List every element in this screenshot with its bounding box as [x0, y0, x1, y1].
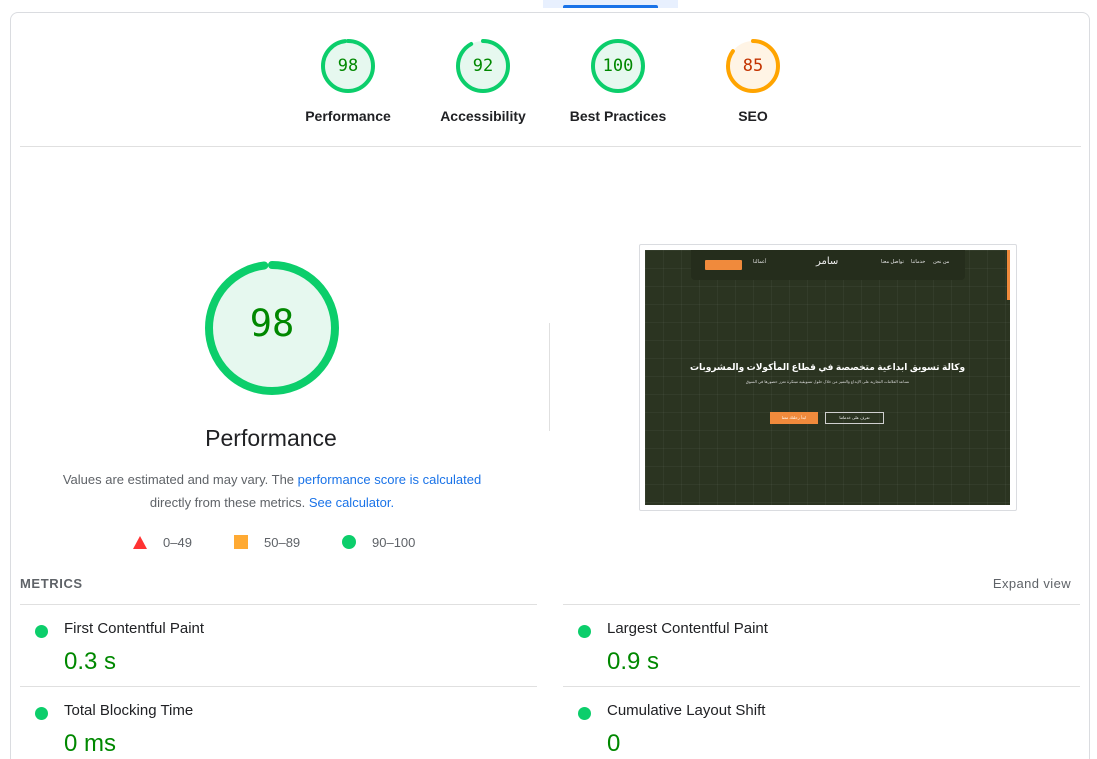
pass-circle-icon	[35, 625, 48, 638]
metric-label: First Contentful Paint	[64, 620, 205, 637]
gauge-ring: 100	[590, 38, 646, 94]
report-tab-indicator	[563, 5, 658, 8]
legend-pass: 90–100	[342, 533, 415, 551]
triangle-icon	[133, 535, 147, 549]
performance-score: 98	[249, 302, 295, 345]
legend-range: 0–49	[163, 534, 192, 550]
screenshot-nav-link: خدماتنا	[911, 259, 926, 265]
final-screenshot[interactable]: أعمالنا سامر تواصل معنا خدماتنا من نحن و…	[639, 244, 1017, 511]
circle-icon	[342, 535, 356, 549]
description-text: Values are estimated and may vary. The	[62, 472, 298, 487]
gauge-ring: 85	[725, 38, 781, 94]
gauge-score: 85	[742, 56, 764, 76]
legend-fail: 0–49	[133, 533, 192, 551]
gauge-best-practices[interactable]: 100 Best Practices	[553, 38, 683, 124]
gauge-accessibility[interactable]: 92 Accessibility	[418, 38, 548, 124]
gauge-label: Best Practices	[569, 108, 667, 124]
metric-label: Largest Contentful Paint	[607, 620, 768, 637]
legend-average: 50–89	[234, 533, 300, 551]
metric-value: 0	[607, 730, 621, 757]
screenshot-cta-primary: ابدأ رحلتك معنا	[770, 412, 818, 424]
screenshot-cta-secondary: تعرف على خدماتنا	[825, 412, 884, 424]
metric-value: 0.3 s	[64, 648, 117, 675]
pass-circle-icon	[35, 707, 48, 720]
legend-range: 50–89	[264, 534, 301, 550]
metric-label: Cumulative Layout Shift	[607, 702, 766, 719]
metric-label: Total Blocking Time	[64, 702, 194, 719]
pass-circle-icon	[578, 707, 591, 720]
report-card: 98 Performance 92 Accessibility 100 Best…	[10, 12, 1090, 759]
description-text: directly from these metrics.	[149, 495, 309, 510]
performance-gauge: 98	[203, 259, 341, 397]
metrics-divider	[20, 686, 537, 687]
gauge-score: 98	[337, 56, 359, 76]
category-gauges: 98 Performance 92 Accessibility 100 Best…	[11, 13, 1089, 146]
metrics-divider	[20, 604, 537, 605]
gauges-divider	[20, 146, 1081, 147]
performance-title: Performance	[205, 425, 337, 451]
metrics-divider	[563, 686, 1080, 687]
screenshot-body: نساعد العلامات التجارية على الإبداع والت…	[745, 379, 910, 384]
screenshot-navbar: أعمالنا سامر تواصل معنا خدماتنا من نحن	[691, 250, 965, 280]
gauge-label: SEO	[738, 108, 768, 124]
gauge-score: 100	[602, 56, 634, 76]
gauge-label: Performance	[305, 108, 391, 124]
screenshot-nav-link: تواصل معنا	[881, 259, 904, 265]
gauge-ring: 98	[320, 38, 376, 94]
performance-description: Values are estimated and may vary. The p…	[41, 468, 503, 514]
metrics-divider	[563, 604, 1080, 605]
metric-value: 0 ms	[64, 730, 117, 757]
gauge-ring: 92	[455, 38, 511, 94]
screenshot-logo: سامر	[816, 256, 839, 267]
gauge-label: Accessibility	[440, 108, 526, 124]
metrics-heading: METRICS	[20, 576, 83, 591]
screenshot-image: أعمالنا سامر تواصل معنا خدماتنا من نحن و…	[645, 250, 1010, 505]
gauge-score: 92	[472, 56, 494, 76]
metric-value: 0.9 s	[607, 648, 660, 675]
screenshot-headline: وكالة تسويق ابداعية متخصصة في قطاع المأك…	[689, 362, 966, 372]
square-icon	[234, 535, 248, 549]
gauge-seo[interactable]: 85 SEO	[688, 38, 818, 124]
screenshot-nav-link: أعمالنا	[753, 259, 767, 265]
screenshot-nav-button	[705, 260, 742, 270]
score-calculated-link[interactable]: performance score is calculated	[298, 472, 482, 487]
legend-range: 90–100	[372, 534, 416, 550]
screenshot-nav-link: من نحن	[933, 259, 950, 265]
expand-view-toggle[interactable]: Expand view	[993, 576, 1071, 591]
vertical-divider	[549, 323, 550, 431]
gauge-performance[interactable]: 98 Performance	[283, 38, 413, 124]
see-calculator-link[interactable]: See calculator.	[309, 495, 394, 510]
pass-circle-icon	[578, 625, 591, 638]
screenshot-scroll-accent	[1007, 250, 1010, 300]
